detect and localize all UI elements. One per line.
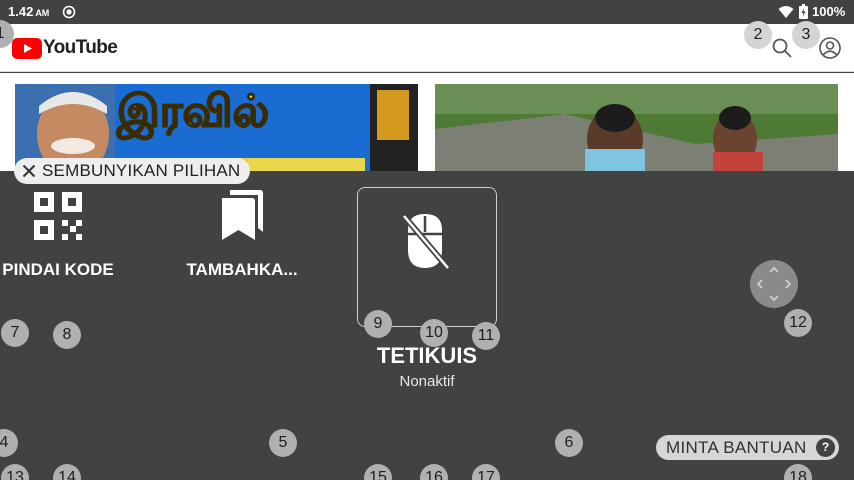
badge-12[interactable]: 12 [784,309,812,337]
badge-2[interactable]: 2 [744,21,772,49]
scan-code-label[interactable]: PINDAI KODE [0,260,116,280]
video-thumbnail-2[interactable] [435,84,838,171]
mouse-off-icon [402,214,451,270]
badge-9[interactable]: 9 [364,310,392,338]
badge-6[interactable]: 6 [555,429,583,457]
mouse-title: TETIKUIS [376,343,478,368]
dpad-control[interactable] [750,260,798,308]
bookmarks-icon[interactable] [220,190,264,240]
video-feed: இரவில் [0,73,854,171]
notification-icon [62,5,76,19]
badge-8[interactable]: 8 [53,321,81,349]
status-time: 1.42 AM [8,4,50,19]
dpad-arrows-icon [756,266,792,302]
youtube-wordmark[interactable]: YouTube [43,37,118,59]
help-question-icon: ? [816,438,835,457]
close-icon [22,164,36,178]
thumbnail-1-title: இரவில் [116,85,270,138]
account-icon[interactable] [818,36,842,60]
hide-options-label: SEMBUNYIKAN PILIHAN [42,161,241,180]
mouse-status: Nonaktif [399,373,455,390]
help-button[interactable]: MINTA BANTUAN ? [656,435,839,460]
battery-percent: 100% [812,4,846,19]
help-label: MINTA BANTUAN [666,437,807,457]
badge-7[interactable]: 7 [1,319,29,347]
hide-options-button[interactable]: SEMBUNYIKAN PILIHAN [14,158,251,184]
youtube-header: YouTube [0,24,854,72]
search-icon[interactable] [770,36,794,60]
status-bar: 1.42 AM 100% [0,0,854,24]
badge-5[interactable]: 5 [269,429,297,457]
badge-10[interactable]: 10 [420,319,448,347]
thumbnail-2-art [435,84,838,171]
badge-11[interactable]: 11 [472,322,500,350]
bookmark-label[interactable]: TAMBAHKA... [180,260,304,280]
wifi-icon [778,6,794,18]
youtube-logo-icon[interactable] [12,38,42,59]
battery-icon [799,4,808,19]
qr-code-icon[interactable] [34,192,82,240]
badge-3[interactable]: 3 [792,21,820,49]
